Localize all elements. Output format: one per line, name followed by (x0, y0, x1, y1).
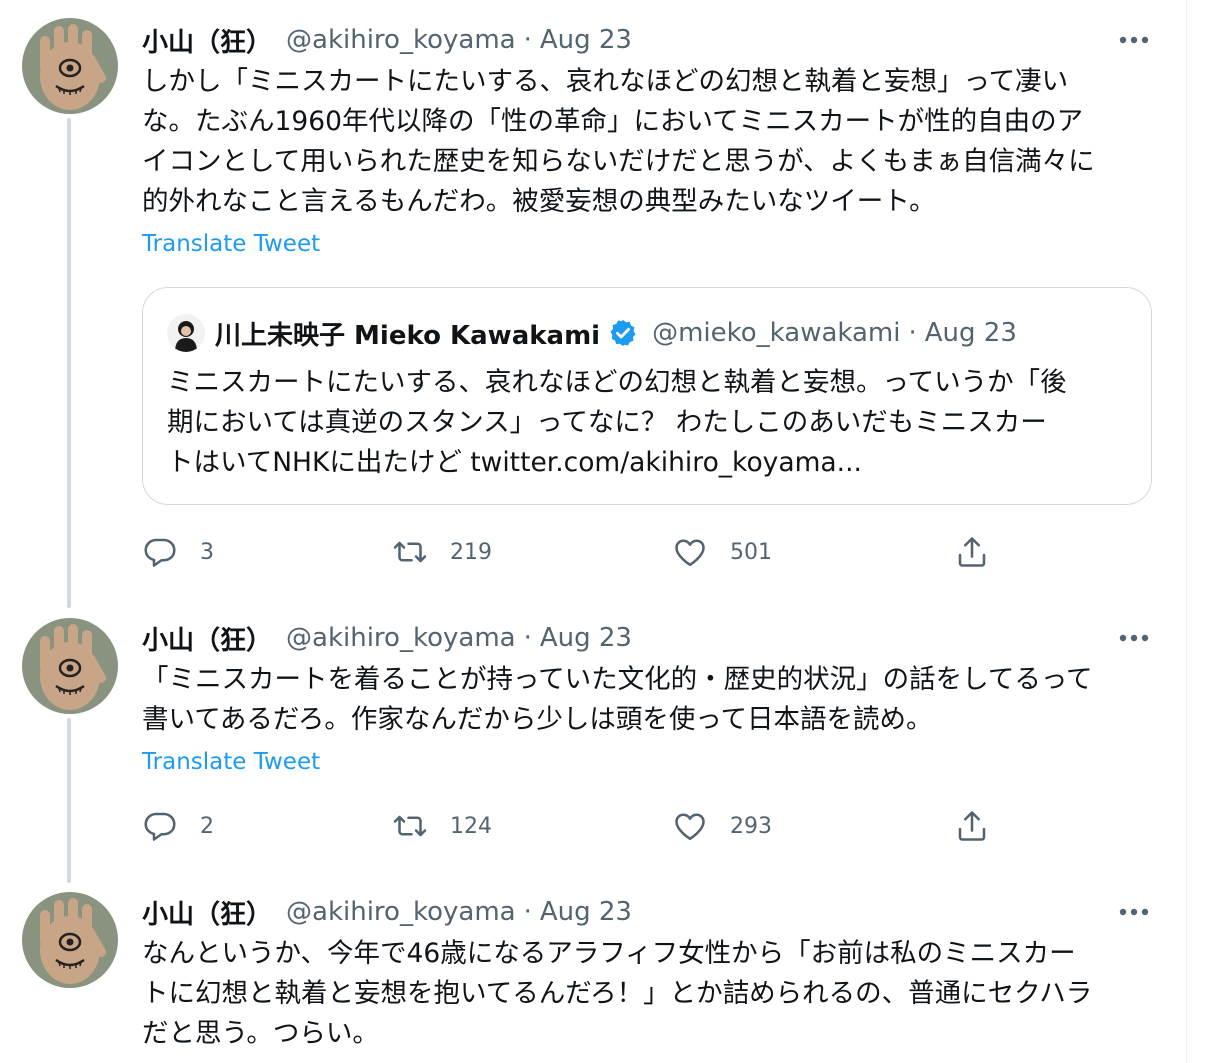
quoted-text-line: 期においては真逆のスタンス」ってなに？ わたしこのあいだもミニスカー (167, 407, 1047, 438)
reply-button[interactable]: 2 (142, 806, 214, 846)
quoted-tweet[interactable]: 川上未映子 Mieko Kawakami @mieko_kawakami · A… (142, 287, 1152, 505)
share-upload-icon (958, 537, 986, 567)
avatar[interactable] (22, 618, 118, 714)
quoted-tweet-date[interactable]: Aug 23 (925, 318, 1017, 348)
reply-button[interactable]: 3 (142, 532, 214, 572)
tweet-header: 小山（狂） @akihiro_koyama · Aug 23 (142, 22, 632, 58)
like-button[interactable]: 501 (672, 532, 772, 572)
share-upload-icon (958, 811, 986, 841)
heart-outline-icon (675, 813, 705, 841)
quoted-text-line: ミニスカートにたいする、哀れなほどの幻想と執着と妄想。っていうか「後 (167, 367, 1067, 398)
reply-bubble-icon (144, 538, 176, 567)
tweet-1[interactable]: 小山（狂） @akihiro_koyama · Aug 23 しかし「ミニスカー… (0, 0, 1186, 608)
separator-dot: · (908, 318, 917, 348)
share-button[interactable] (954, 806, 990, 846)
quoted-user-handle[interactable]: @mieko_kawakami (652, 318, 900, 348)
display-name[interactable]: 小山（狂） (142, 894, 272, 931)
reply-bubble-icon (144, 812, 176, 841)
like-count: 293 (730, 813, 772, 839)
thread-connector-line (67, 718, 71, 883)
quoted-display-name[interactable]: 川上未映子 Mieko Kawakami (215, 315, 600, 352)
translate-tweet-link[interactable]: Translate Tweet (142, 749, 320, 775)
portrait-avatar-icon (167, 314, 205, 352)
more-options-button[interactable] (1112, 894, 1156, 930)
tweet-text: なんというか、今年で46歳になるアラフィフ女性から「お前は私のミニスカー トに幻… (142, 934, 1162, 1054)
verified-badge-icon (608, 318, 638, 348)
tweet-text-line: な。たぶん1960年代以降の「性の革命」においてミニスカートが性的自由のア (142, 106, 1084, 137)
user-handle[interactable]: @akihiro_koyama (286, 623, 516, 653)
tweet-text-line: トに幻想と執着と妄想を抱いてるんだろ！」とか詰められるの、普通にセクハラ (142, 978, 1093, 1009)
user-handle[interactable]: @akihiro_koyama (286, 897, 516, 927)
reply-count: 2 (200, 813, 214, 839)
translate-tweet-link[interactable]: Translate Tweet (142, 231, 320, 257)
tweet-text-line: だと思う。つらい。 (142, 1018, 379, 1049)
hand-eye-avatar-icon (22, 618, 118, 714)
avatar[interactable] (22, 892, 118, 988)
like-button[interactable]: 293 (672, 806, 772, 846)
heart-outline-icon (675, 539, 705, 567)
retweet-count: 219 (450, 539, 492, 565)
tweet-2[interactable]: 小山（狂） @akihiro_koyama · Aug 23 「ミニスカートを着… (0, 600, 1186, 883)
tweet-header: 小山（狂） @akihiro_koyama · Aug 23 (142, 620, 632, 656)
share-button[interactable] (954, 532, 990, 572)
tweet-3[interactable]: 小山（狂） @akihiro_koyama · Aug 23 なんというか、今年… (0, 870, 1186, 1063)
separator-dot: · (523, 897, 532, 927)
tweet-text-line: なんというか、今年で46歳になるアラフィフ女性から「お前は私のミニスカー (142, 938, 1076, 969)
tweet-text-line: 書いてあるだろ。作家なんだから少しは頭を使って日本語を読め。 (142, 704, 933, 735)
retweet-count: 124 (450, 813, 492, 839)
tweet-date[interactable]: Aug 23 (540, 897, 632, 927)
separator-dot: · (523, 623, 532, 653)
more-horizontal-icon (1119, 908, 1149, 916)
display-name[interactable]: 小山（狂） (142, 620, 272, 657)
tweet-text-line: 的外れなこと言えるもんだわ。被愛妄想の典型みたいなツイート。 (142, 186, 936, 217)
thread-connector-line (67, 118, 71, 608)
timeline-right-border (1186, 0, 1187, 1063)
tweet-actions: 3 219 501 (142, 532, 1142, 572)
hand-eye-avatar-icon (22, 892, 118, 988)
tweet-text: しかし「ミニスカートにたいする、哀れなほどの幻想と執着と妄想」って凄い な。たぶ… (142, 62, 1162, 222)
more-options-button[interactable] (1112, 620, 1156, 656)
more-horizontal-icon (1119, 36, 1149, 44)
tweet-text: 「ミニスカートを着ることが持っていた文化的・歴史的状況」の話をしてるって 書いて… (142, 660, 1162, 740)
quoted-text-line[interactable]: トはいてNHKに出たけど twitter.com/akihiro_koyama.… (167, 443, 1127, 483)
display-name[interactable]: 小山（狂） (142, 22, 272, 59)
quoted-tweet-text: ミニスカートにたいする、哀れなほどの幻想と執着と妄想。っていうか「後 期において… (167, 363, 1127, 483)
retweet-arrows-icon (393, 815, 427, 837)
hand-eye-avatar-icon (22, 18, 118, 114)
like-count: 501 (730, 539, 772, 565)
retweet-button[interactable]: 124 (392, 806, 492, 846)
tweet-date[interactable]: Aug 23 (540, 623, 632, 653)
tweet-text-line: 「ミニスカートを着ることが持っていた文化的・歴史的状況」の話をしてるって (142, 664, 1093, 695)
reply-count: 3 (200, 539, 214, 565)
more-options-button[interactable] (1112, 22, 1156, 58)
tweet-text-line: イコンとして用いられた歴史を知らないだけだと思うが、よくもまぁ自信満々に (142, 146, 1095, 177)
tweet-header: 小山（狂） @akihiro_koyama · Aug 23 (142, 894, 632, 930)
quoted-tweet-header: 川上未映子 Mieko Kawakami @mieko_kawakami · A… (167, 313, 1017, 353)
tweet-text-line: しかし「ミニスカートにたいする、哀れなほどの幻想と執着と妄想」って凄い (142, 66, 1069, 97)
tweet-actions: 2 124 293 (142, 806, 1142, 846)
more-horizontal-icon (1119, 634, 1149, 642)
tweet-date[interactable]: Aug 23 (540, 25, 632, 55)
quoted-avatar[interactable] (167, 314, 205, 352)
user-handle[interactable]: @akihiro_koyama (286, 25, 516, 55)
retweet-button[interactable]: 219 (392, 532, 492, 572)
avatar[interactable] (22, 18, 118, 114)
retweet-arrows-icon (393, 541, 427, 563)
separator-dot: · (523, 25, 532, 55)
